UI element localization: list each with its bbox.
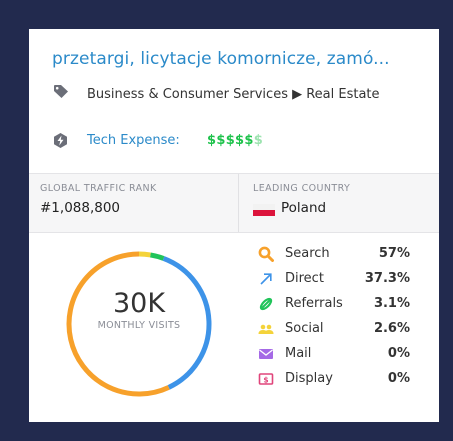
- direct-arrow-icon: [260, 273, 272, 285]
- poland-flag-icon: [253, 204, 275, 216]
- leading-country-label: LEADING COUNTRY: [253, 183, 351, 194]
- donut-segment-referrals: [149, 252, 165, 261]
- source-row-direct[interactable]: Direct 37.3%: [258, 267, 410, 291]
- source-label: Social: [285, 321, 324, 336]
- source-share: 3.1%: [373, 296, 410, 311]
- source-share: 0%: [387, 346, 410, 361]
- site-overview-card: przetargi, licytacje komornicze, zamó...…: [29, 29, 439, 422]
- donut-segment-social: [138, 251, 151, 258]
- leading-country-value[interactable]: Poland: [281, 200, 326, 216]
- tech-expense-value: $$$$$$: [207, 133, 264, 148]
- referrals-link-icon: [259, 297, 273, 311]
- monthly-visits-label: MONTHLY VISITS: [97, 320, 181, 331]
- stats-divider: [238, 174, 239, 232]
- source-share: 57%: [378, 246, 410, 261]
- svg-text:$: $: [263, 375, 268, 384]
- source-row-search[interactable]: Search 57%: [258, 242, 410, 266]
- source-label: Mail: [285, 346, 312, 361]
- source-label: Referrals: [285, 296, 343, 311]
- source-row-referrals[interactable]: Referrals 3.1%: [258, 292, 410, 316]
- monthly-visits-value: 30K: [112, 288, 166, 319]
- source-row-social[interactable]: Social 2.6%: [258, 317, 410, 341]
- source-row-mail[interactable]: Mail 0%: [258, 342, 410, 366]
- source-row-display[interactable]: $ Display 0%: [258, 367, 410, 391]
- source-label: Direct: [285, 271, 324, 286]
- source-label: Display: [285, 371, 333, 386]
- site-header: przetargi, licytacje komornicze, zamó...…: [29, 29, 439, 173]
- source-share: 37.3%: [364, 271, 410, 286]
- site-category: Business & Consumer Services ▶ Real Esta…: [87, 87, 380, 102]
- lightning-icon: [54, 133, 67, 148]
- tech-expense-label: Tech Expense:: [87, 133, 180, 148]
- site-title-link[interactable]: przetargi, licytacje komornicze, zamó...: [52, 49, 427, 69]
- source-label: Search: [285, 246, 330, 261]
- global-rank-value: #1,088,800: [40, 200, 121, 216]
- search-icon: [258, 246, 274, 262]
- source-share: 2.6%: [373, 321, 410, 336]
- display-ad-icon: $: [258, 373, 274, 385]
- mail-icon: [259, 349, 273, 359]
- social-people-icon: [258, 324, 274, 334]
- tag-icon: [54, 85, 68, 98]
- global-rank-label: GLOBAL TRAFFIC RANK: [40, 183, 157, 194]
- source-share: 0%: [387, 371, 410, 386]
